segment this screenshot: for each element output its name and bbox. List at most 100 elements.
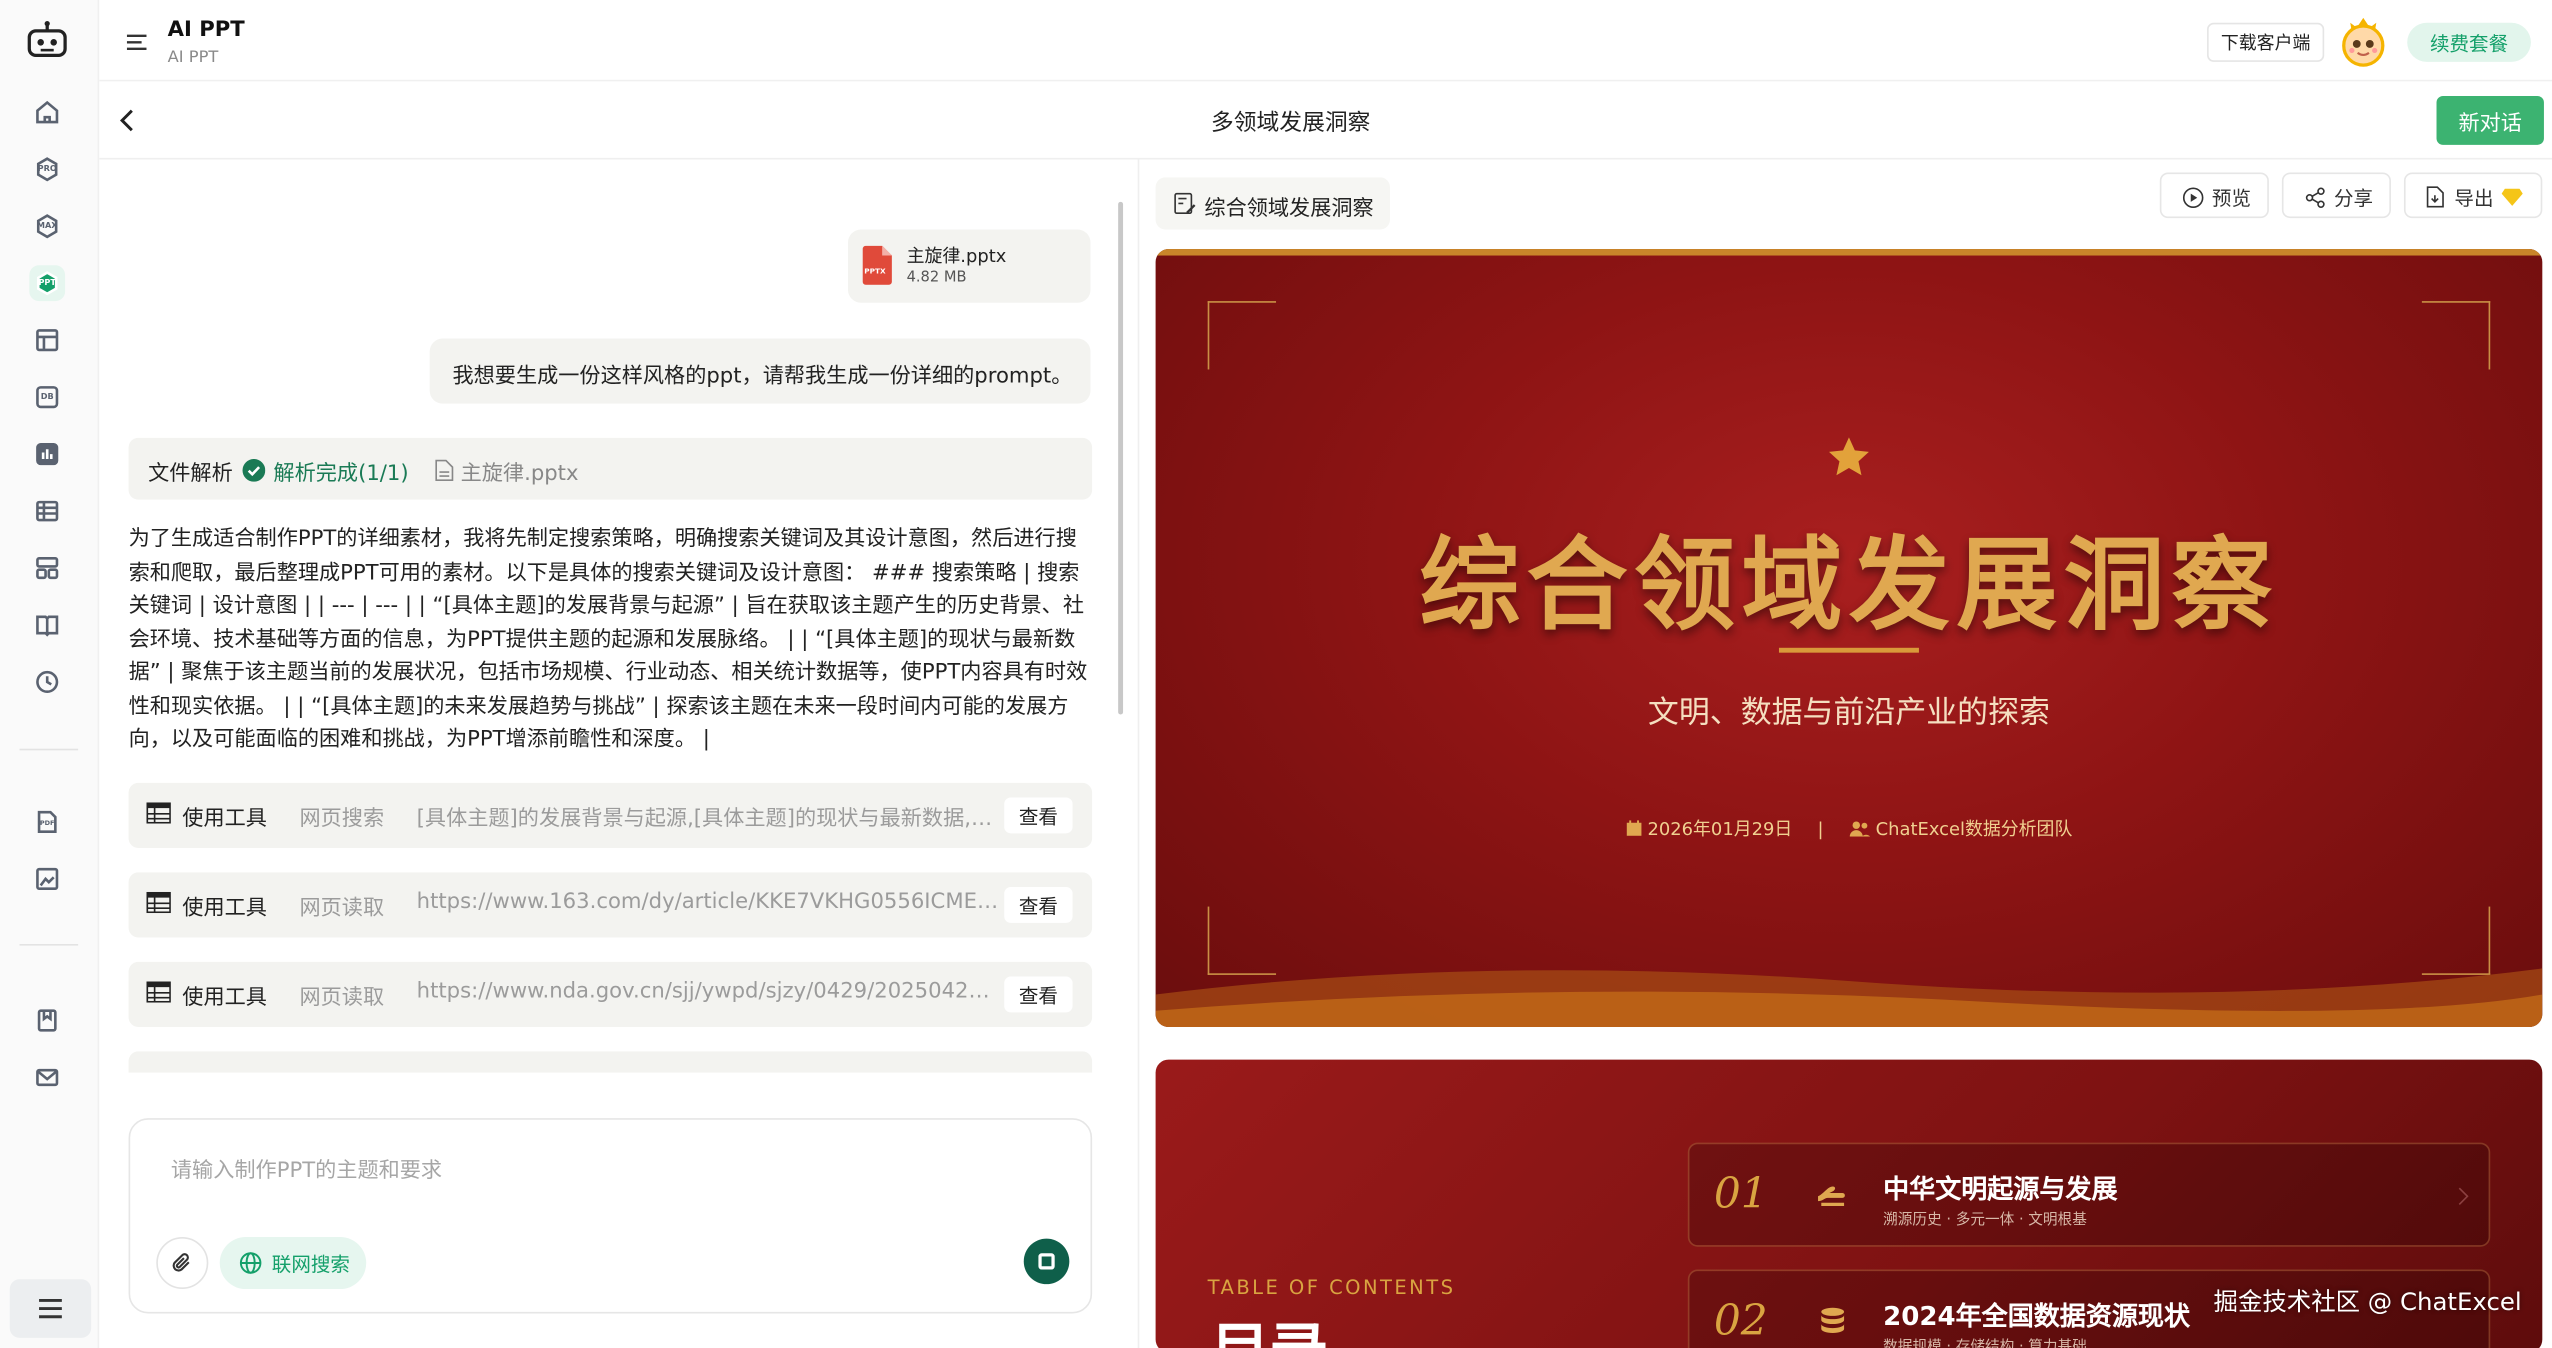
prompt-input-box[interactable]: 请输入制作PPT的主题和要求 联网搜索	[128, 1118, 1093, 1314]
web-search-label: 联网搜索	[271, 1253, 350, 1277]
prompt-input[interactable]: 请输入制作PPT的主题和要求	[171, 1152, 442, 1183]
ai-table-icon[interactable]	[29, 322, 65, 358]
parse-file-name[interactable]: 主旋律.pptx	[461, 456, 579, 486]
mail-icon[interactable]	[29, 1060, 65, 1096]
attach-paperclip-icon[interactable]	[156, 1236, 209, 1290]
chat-panel: PPTX 主旋律.pptx 4.82 MB 我想要生成一份这样风格的ppt，请帮…	[99, 159, 1138, 1348]
view-button[interactable]: 查看	[1004, 887, 1073, 923]
watermark: 掘金技术社区 @ ChatExcel	[2213, 1287, 2522, 1317]
parse-status-text: 解析完成(1/1)	[273, 462, 409, 487]
stop-square-icon	[1038, 1253, 1055, 1270]
export-button[interactable]: 导出	[2403, 172, 2543, 219]
attachment-card[interactable]: PPTX 主旋律.pptx 4.82 MB	[847, 229, 1091, 303]
globe-icon	[239, 1252, 262, 1274]
share-button[interactable]: 分享	[2281, 172, 2391, 219]
toc-label: TABLE OF CONTENTS	[1207, 1276, 1456, 1299]
toc-item-title: 中华文明起源与发展	[1883, 1173, 2118, 1205]
stop-generation-button[interactable]	[1023, 1238, 1070, 1285]
collapse-menu-icon[interactable]	[9, 1279, 92, 1338]
corner-bracket-tr	[2421, 301, 2491, 370]
tool-label: 使用工具	[182, 896, 267, 922]
tool-kind: 网页读取	[299, 896, 385, 922]
user-message-text: 我想要生成一份这样风格的ppt，请帮我生成一份详细的prompt。	[452, 364, 1073, 389]
avatar[interactable]	[2337, 13, 2389, 68]
corner-bracket-tl	[1207, 301, 1277, 370]
tool-label: 使用工具	[182, 986, 267, 1011]
book-icon[interactable]	[29, 607, 65, 643]
check-circle-icon	[242, 457, 266, 482]
pdf-icon[interactable]: PDF	[29, 804, 65, 840]
tool-call-row: 使用工具 网页读取 https://www.nda.gov.cn/sjj/ywp…	[128, 961, 1093, 1028]
tool-call-row: 使用工具 网页读取 https://www.163.com/dy/article…	[128, 872, 1093, 938]
left-rail: PRO MAX PPT DB PDF	[0, 0, 100, 1348]
diamond-icon	[2501, 188, 2523, 206]
edit-doc-icon	[1174, 192, 1196, 215]
file-type-badge: PPTX	[864, 268, 886, 277]
tool-call-row-partial	[128, 1051, 1093, 1073]
share-button-label: 分享	[2333, 187, 2374, 210]
bar-chart-icon[interactable]	[29, 436, 65, 472]
max-icon[interactable]: MAX	[29, 208, 65, 244]
chat-scrollbar[interactable]	[1118, 201, 1124, 715]
slide-title[interactable]: 综合领域发展洞察 文明、数据与前沿产业的探索 2026年01月29日 | Cha…	[1155, 249, 2543, 1028]
web-search-toggle[interactable]: 联网搜索	[219, 1236, 367, 1290]
sidebar-toggle-icon[interactable]	[125, 29, 148, 52]
tool-label: 使用工具	[182, 807, 267, 832]
pptx-file-icon: PPTX	[862, 245, 892, 285]
top-header: AI PPT AI PPT 下载客户端 续费套餐	[99, 0, 2552, 82]
attachment-filename: 主旋律.pptx	[906, 245, 1007, 267]
tool-detail: https://www.163.com/dy/article/KKE7VKHG0…	[416, 890, 1000, 915]
download-client-button[interactable]: 下载客户端	[2207, 22, 2325, 62]
preview-tab[interactable]: 综合领域发展洞察	[1155, 177, 1390, 230]
assistant-message: 为了生成适合制作PPT的详细素材，我将先制定搜索策略，明确搜索关键词及其设计意图…	[128, 527, 1088, 752]
tool-kind: 网页搜索	[299, 807, 385, 832]
file-parse-status: 文件解析 解析完成(1/1) 主旋律.pptx	[128, 437, 1093, 500]
export-file-icon	[2426, 186, 2444, 208]
attachment-filesize: 4.82 MB	[906, 270, 967, 287]
tool-detail: https://www.nda.gov.cn/sjj/ywpd/sjzy/042…	[416, 979, 1000, 1005]
preview-button[interactable]: 预览	[2159, 172, 2269, 219]
ppt-icon[interactable]: PPT	[29, 265, 66, 302]
view-button[interactable]: 查看	[1004, 976, 1073, 1013]
meta-separator: |	[1817, 818, 1824, 840]
history-icon[interactable]	[29, 664, 65, 700]
pro-icon[interactable]: PRO	[29, 151, 65, 187]
table-icon	[146, 891, 171, 914]
user-message: 我想要生成一份这样风格的ppt，请帮我生成一份详细的prompt。	[429, 338, 1091, 404]
chevron-right-icon	[2458, 1187, 2469, 1205]
spreadsheet-icon[interactable]	[29, 493, 65, 529]
toc-item-desc: 溯源历史 · 多元一体 · 文明根基	[1883, 1212, 2087, 1229]
parse-label: 文件解析	[148, 462, 233, 487]
conversation-title: 多领域发展洞察	[1210, 110, 1371, 137]
doc-icon	[435, 457, 455, 481]
slide-date: 2026年01月29日	[1647, 818, 1793, 840]
toc-title: 目录	[1211, 1304, 1328, 1348]
toc-item-title: 2024年全国数据资源现状	[1883, 1300, 2191, 1332]
database-icon[interactable]: DB	[29, 379, 65, 415]
star-icon	[1829, 437, 1869, 476]
calendar-icon	[1626, 820, 1641, 836]
preview-tab-label: 综合领域发展洞察	[1204, 196, 1374, 222]
app-subtitle: AI PPT	[167, 48, 219, 67]
tool-detail: [具体主题]的发展背景与起源,[具体主题]的现状与最新数据,[具体主题]的未来发…	[416, 807, 1000, 832]
toc-item-number: 01	[1713, 1170, 1768, 1220]
layout-icon[interactable]	[29, 550, 65, 586]
renew-plan-button[interactable]: 续费套餐	[2407, 22, 2531, 62]
slide-bottom-wave	[1155, 968, 2543, 1028]
back-arrow-icon[interactable]	[116, 107, 139, 133]
slide-top-bar	[1155, 249, 2543, 256]
robot-logo-icon[interactable]	[24, 20, 70, 62]
home-icon[interactable]	[29, 94, 65, 130]
preview-button-label: 预览	[2211, 187, 2251, 210]
toc-item: 01 中华文明起源与发展 溯源历史 · 多元一体 · 文明根基	[1687, 1142, 2491, 1247]
bookmark-icon[interactable]	[29, 1003, 65, 1039]
tool-call-row: 使用工具 网页搜索 [具体主题]的发展背景与起源,[具体主题]的现状与最新数据,…	[128, 782, 1093, 848]
export-button-label: 导出	[2454, 187, 2494, 210]
new-chat-button[interactable]: 新对话	[2436, 96, 2544, 145]
tool-kind: 网页读取	[299, 986, 385, 1011]
share-icon	[2305, 187, 2325, 209]
view-button[interactable]: 查看	[1004, 797, 1073, 834]
table-icon	[146, 981, 171, 1003]
image-icon[interactable]	[29, 861, 65, 897]
toc-item-desc: 数据规模 · 存储结构 · 算力基础	[1883, 1339, 2087, 1348]
